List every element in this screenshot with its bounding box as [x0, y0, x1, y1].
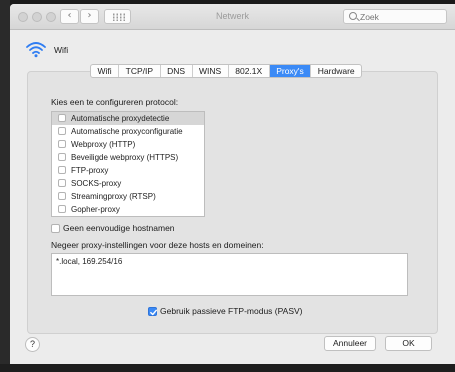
protocol-label: SOCKS-proxy [71, 179, 122, 188]
search-icon [349, 12, 357, 20]
tab-8021x[interactable]: 802.1X [229, 65, 270, 77]
protocol-checkbox[interactable] [58, 205, 66, 213]
protocol-checkbox[interactable] [58, 166, 66, 174]
tab-wins[interactable]: WINS [193, 65, 229, 77]
protocol-list[interactable]: Automatische proxydetectie Automatische … [51, 111, 205, 217]
cancel-button[interactable]: Annuleer [324, 336, 376, 351]
tab-bar: Wifi TCP/IP DNS WINS 802.1X Proxy's Hard… [90, 64, 363, 78]
background-edge-bottom [0, 364, 455, 372]
titlebar: ‹ › Netwerk [10, 4, 455, 30]
protocol-label: Automatische proxydetectie [71, 114, 170, 123]
passive-ftp-checkbox[interactable] [148, 307, 157, 316]
tab-tcpip[interactable]: TCP/IP [119, 65, 161, 77]
bypass-hosts-input[interactable]: *.local, 169.254/16 [52, 254, 407, 295]
search-field[interactable] [343, 9, 447, 24]
protocol-item-socks[interactable]: SOCKS-proxy [52, 177, 204, 190]
protocol-checkbox[interactable] [58, 127, 66, 135]
protocol-label: Beveiligde webproxy (HTTPS) [71, 153, 179, 162]
help-button[interactable]: ? [25, 337, 40, 352]
search-input[interactable] [360, 11, 440, 23]
protocol-label: Streamingproxy (RTSP) [71, 192, 156, 201]
protocol-label: Automatische proxyconfiguratie [71, 127, 183, 136]
protocol-label: FTP-proxy [71, 166, 109, 175]
network-preferences-window: ‹ › Netwerk Wifi Wifi TCP/IP DNS WINS 80… [10, 4, 455, 364]
protocol-label: Webproxy (HTTP) [71, 140, 136, 149]
protocol-item-gopher[interactable]: Gopher-proxy [52, 203, 204, 216]
protocol-list-heading: Kies een te configureren protocol: [51, 97, 179, 107]
bypass-hosts-label: Negeer proxy-instellingen voor deze host… [51, 240, 264, 250]
protocol-checkbox[interactable] [58, 153, 66, 161]
protocol-checkbox[interactable] [58, 140, 66, 148]
protocol-item-http[interactable]: Webproxy (HTTP) [52, 138, 204, 151]
protocol-item-rtsp[interactable]: Streamingproxy (RTSP) [52, 190, 204, 203]
protocol-item-ftp[interactable]: FTP-proxy [52, 164, 204, 177]
protocol-item-auto-detect[interactable]: Automatische proxydetectie [52, 112, 204, 125]
protocol-checkbox[interactable] [58, 179, 66, 187]
protocol-item-auto-config[interactable]: Automatische proxyconfiguratie [52, 125, 204, 138]
protocol-item-https[interactable]: Beveiligde webproxy (HTTPS) [52, 151, 204, 164]
tab-proxies[interactable]: Proxy's [269, 65, 312, 77]
simple-hostnames-label: Geen eenvoudige hostnamen [63, 223, 175, 233]
passive-ftp-label: Gebruik passieve FTP-modus (PASV) [160, 306, 303, 316]
simple-hostnames-checkbox[interactable] [51, 224, 60, 233]
bypass-hosts-field[interactable]: *.local, 169.254/16 [51, 253, 408, 296]
protocol-checkbox[interactable] [58, 114, 66, 122]
ok-button[interactable]: OK [385, 336, 432, 351]
tab-wifi[interactable]: Wifi [91, 65, 120, 77]
wifi-icon [26, 42, 46, 58]
tab-hardware[interactable]: Hardware [311, 65, 361, 77]
checkmark-icon [150, 309, 157, 316]
background-edge-left [0, 0, 10, 372]
tab-dns[interactable]: DNS [161, 65, 193, 77]
service-name: Wifi [54, 45, 69, 55]
protocol-checkbox[interactable] [58, 192, 66, 200]
protocol-label: Gopher-proxy [71, 205, 120, 214]
